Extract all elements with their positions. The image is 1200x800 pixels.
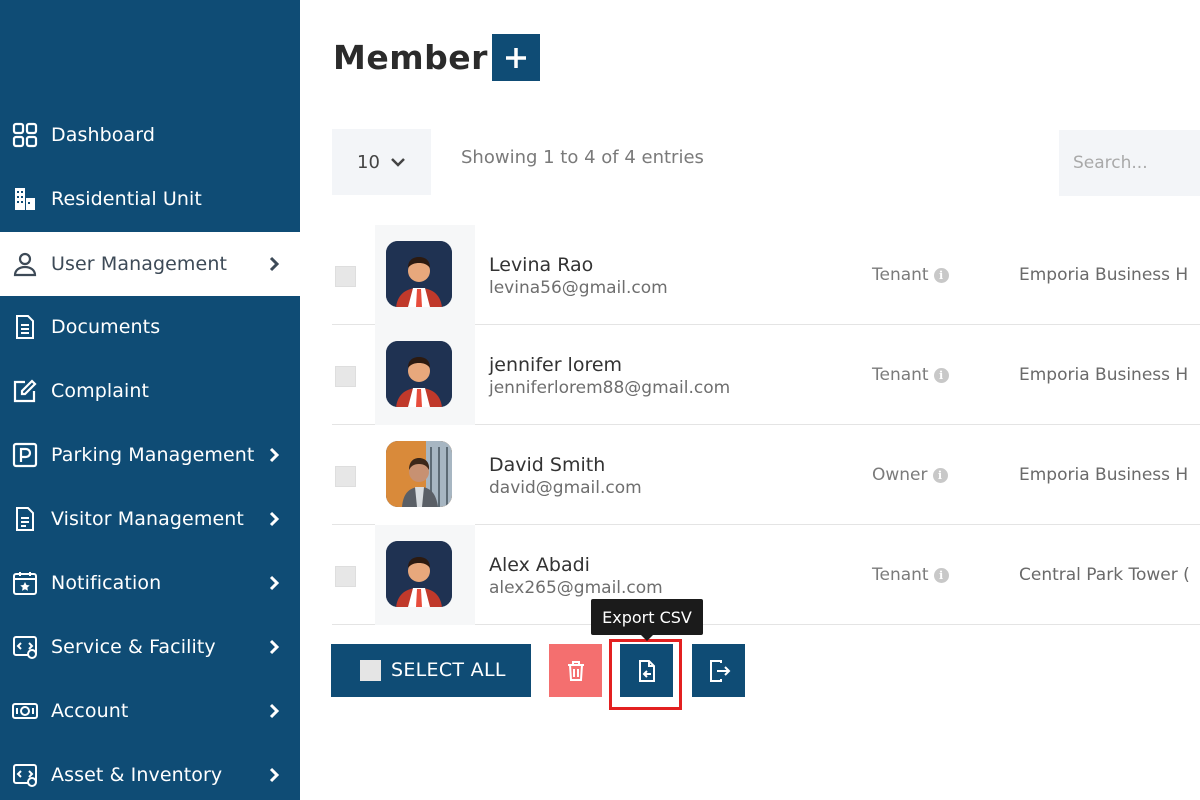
page-length-value: 10 (357, 151, 380, 173)
file-arrow-icon (709, 659, 730, 682)
info-icon[interactable]: i (932, 467, 948, 483)
select-all-label: SELECT ALL (391, 659, 506, 681)
member-name: jennifer lorem (489, 354, 623, 376)
member-role: Owner i (872, 465, 948, 485)
member-role: Tenant i (872, 565, 949, 585)
member-unit: Emporia Business H (1019, 465, 1189, 485)
delete-button[interactable] (549, 644, 602, 697)
sidebar-item-label: Parking Management (51, 444, 255, 466)
add-member-button[interactable] (492, 34, 540, 81)
service-icon (11, 633, 39, 661)
member-email: levina56@gmail.com (489, 278, 668, 298)
sidebar-item-label: User Management (51, 253, 228, 275)
sidebar-item-complaint[interactable]: Complaint (0, 359, 300, 423)
member-unit: Central Park Tower ( (1019, 565, 1190, 585)
row-checkbox[interactable] (335, 566, 356, 587)
page-length-select[interactable]: 10 (332, 129, 431, 195)
sidebar-item-label: Service & Facility (51, 636, 216, 658)
grid-icon (11, 121, 39, 149)
member-unit: Emporia Business H (1019, 265, 1189, 285)
entries-info: Showing 1 to 4 of 4 entries (461, 147, 704, 168)
sidebar-item-label: Residential Unit (51, 188, 202, 210)
sidebar-item-dashboard[interactable]: Dashboard (0, 103, 300, 167)
sidebar-item-label: Account (51, 700, 129, 722)
row-checkbox[interactable] (335, 466, 356, 487)
avatar-cell (375, 425, 475, 525)
tooltip-arrow (640, 634, 654, 641)
sidebar-item-account[interactable]: Account (0, 679, 300, 743)
export-button[interactable] (692, 644, 745, 697)
male-avatar-icon (386, 341, 452, 407)
info-icon[interactable]: i (933, 567, 949, 583)
photo-avatar (386, 441, 452, 507)
chevron-right-icon (265, 510, 283, 528)
sidebar-item-label: Documents (51, 316, 161, 338)
search-input[interactable] (1059, 130, 1200, 196)
chevron-right-icon (265, 766, 283, 784)
male-avatar-icon (386, 541, 452, 607)
sidebar-item-service-facility[interactable]: Service & Facility (0, 615, 300, 679)
select-all-button[interactable]: SELECT ALL (331, 644, 531, 697)
sidebar-item-label: Notification (51, 572, 162, 594)
member-email: alex265@gmail.com (489, 578, 663, 598)
member-role-label: Tenant (872, 265, 929, 285)
chevron-right-icon (265, 446, 283, 464)
sidebar-item-label: Complaint (51, 380, 150, 402)
select-all-checkbox (360, 660, 381, 681)
chevron-down-icon (391, 158, 405, 167)
highlight-box (609, 639, 682, 710)
document-icon (11, 313, 39, 341)
sidebar-item-notification[interactable]: Notification (0, 551, 300, 615)
member-email: david@gmail.com (489, 478, 642, 498)
member-role-label: Tenant (872, 565, 929, 585)
member-unit: Emporia Business H (1019, 365, 1189, 385)
member-name: David Smith (489, 454, 606, 476)
edit-icon (11, 377, 39, 405)
building-icon (11, 185, 39, 213)
sidebar-item-residential-unit[interactable]: Residential Unit (0, 167, 300, 231)
member-email: jenniferlorem88@gmail.com (489, 378, 731, 398)
money-icon (11, 697, 39, 725)
sidebar: Dashboard Residential Unit User Manageme… (0, 0, 300, 800)
user-icon (11, 250, 39, 278)
row-checkbox[interactable] (335, 266, 356, 287)
info-icon[interactable]: i (933, 267, 949, 283)
chevron-right-icon (265, 255, 283, 273)
table-row: Alex Abadi alex265@gmail.com Tenant i Ce… (332, 525, 1200, 625)
member-role: Tenant i (872, 365, 949, 385)
sidebar-item-parking-management[interactable]: Parking Management (0, 423, 300, 487)
page-title: Member (333, 38, 488, 77)
table-row: jennifer lorem jenniferlorem88@gmail.com… (332, 325, 1200, 425)
sidebar-item-asset-inventory[interactable]: Asset & Inventory (0, 743, 300, 800)
sidebar-item-label: Visitor Management (51, 508, 244, 530)
male-avatar-icon (386, 241, 452, 307)
chevron-right-icon (265, 638, 283, 656)
plus-icon (506, 47, 526, 68)
member-role-label: Owner (872, 465, 928, 485)
table-row: David Smith david@gmail.com Owner i Empo… (332, 425, 1200, 525)
member-name: Levina Rao (489, 254, 594, 276)
member-role: Tenant i (872, 265, 949, 285)
chevron-right-icon (265, 702, 283, 720)
sidebar-item-user-management[interactable]: User Management (0, 232, 300, 296)
table-row: Levina Rao levina56@gmail.com Tenant i E… (332, 225, 1200, 325)
sidebar-item-documents[interactable]: Documents (0, 295, 300, 359)
calendar-star-icon (11, 569, 39, 597)
avatar-cell (375, 325, 475, 425)
chevron-right-icon (265, 574, 283, 592)
sidebar-item-visitor-management[interactable]: Visitor Management (0, 487, 300, 551)
row-checkbox[interactable] (335, 366, 356, 387)
asset-icon (11, 761, 39, 789)
avatar-cell (375, 225, 475, 325)
trash-icon (567, 660, 584, 681)
info-icon[interactable]: i (933, 367, 949, 383)
avatar-cell (375, 525, 475, 625)
member-role-label: Tenant (872, 365, 929, 385)
export-tooltip: Export CSV (591, 599, 703, 635)
sidebar-item-label: Asset & Inventory (51, 764, 223, 786)
sidebar-item-label: Dashboard (51, 124, 155, 146)
file-icon (11, 505, 39, 533)
member-name: Alex Abadi (489, 554, 590, 576)
parking-icon (11, 441, 39, 469)
